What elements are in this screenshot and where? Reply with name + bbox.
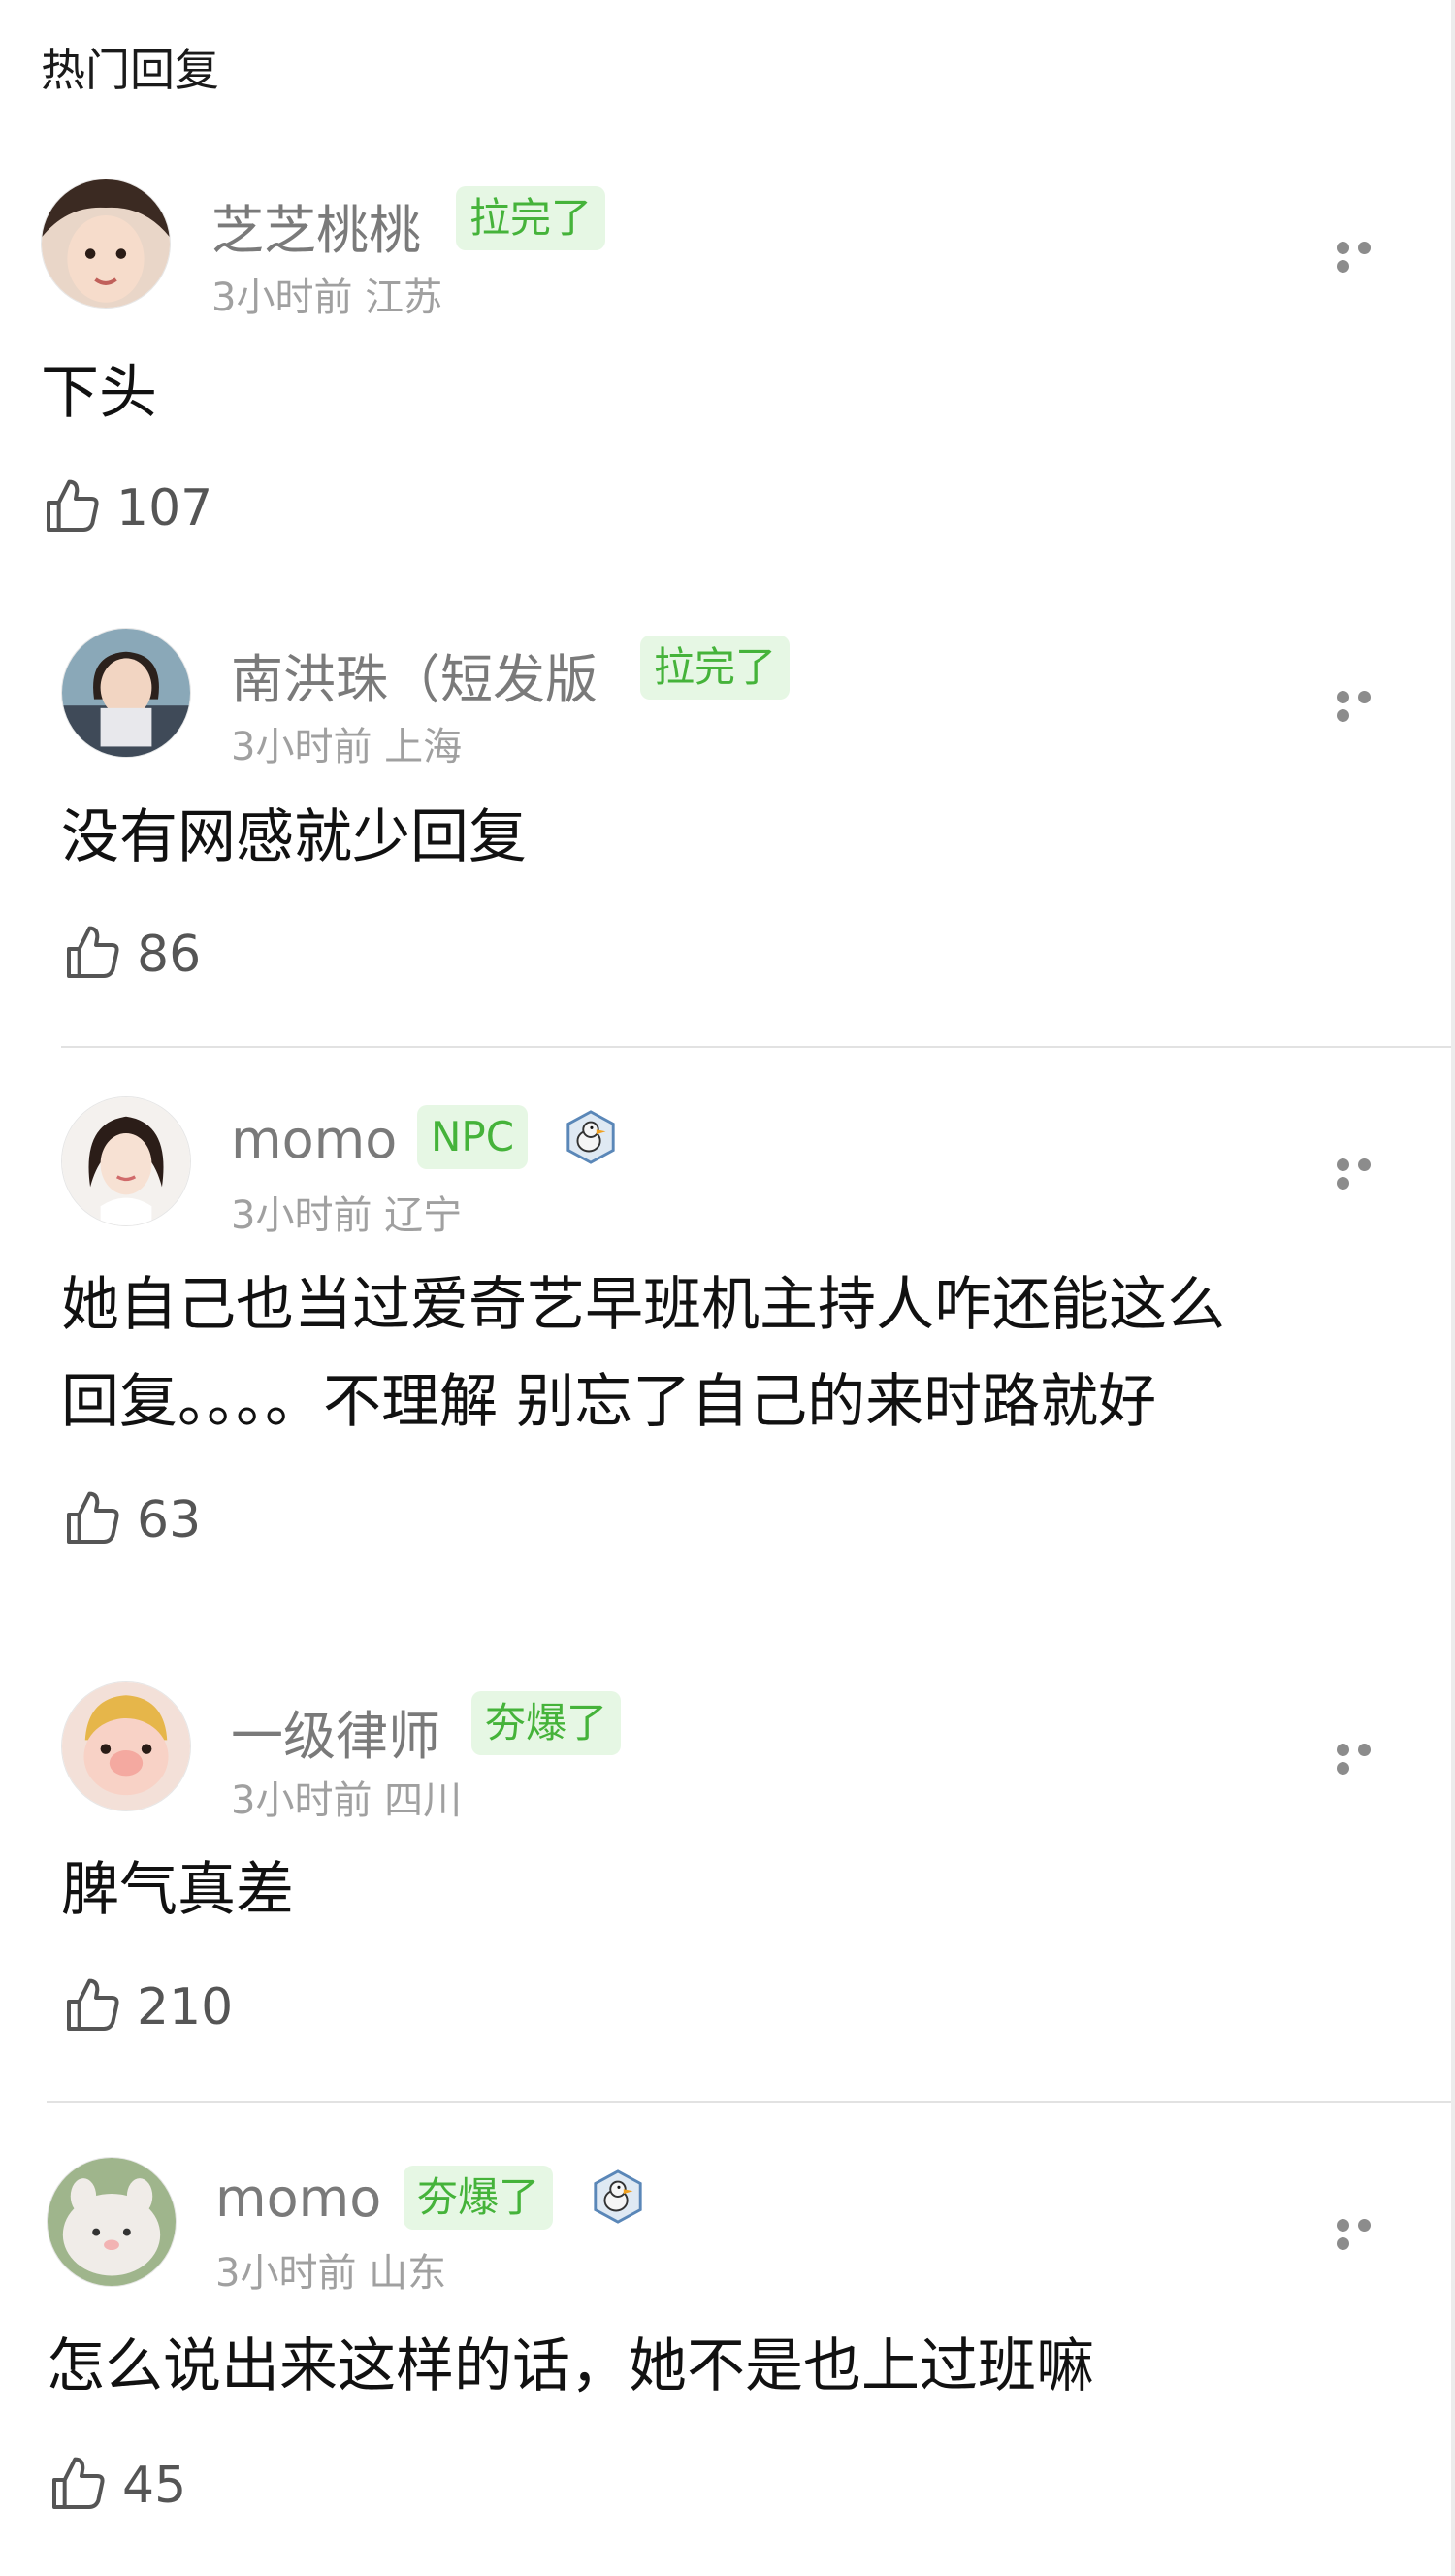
like-button[interactable]: 63 [61,1487,201,1553]
thumbs-up-icon [61,1487,123,1553]
comment-meta: 3小时前 上海 [231,715,462,771]
avatar[interactable] [47,2157,177,2287]
like-button[interactable]: 45 [47,2453,186,2519]
comment-text: 没有网感就少回复 [61,789,527,886]
like-button[interactable]: 107 [41,475,212,541]
avatar[interactable] [61,628,191,758]
comment-time: 3小时前 [215,2251,357,2296]
more-dots-icon[interactable] [1337,240,1399,273]
comment-location: 辽宁 [384,1193,463,1238]
comment-location: 四川 [384,1778,463,1823]
like-count: 86 [137,926,202,984]
comment-meta: 3小时前 江苏 [211,266,442,322]
username[interactable]: 南洪珠（短发版 [231,636,598,713]
scrollbar[interactable] [1451,0,1455,2576]
thumbs-up-icon [61,922,123,988]
like-count: 63 [137,1491,202,1549]
comment-location: 江苏 [365,276,443,320]
comment-location: 上海 [384,725,463,769]
comment-line: 她自己也当过爱奇艺早班机主持人咋还能这么 [61,1271,1225,1339]
more-dots-icon[interactable] [1337,1157,1399,1190]
like-count: 210 [137,1978,234,2037]
username[interactable]: momo [215,2168,381,2229]
username[interactable]: 一级律师 [231,1693,440,1770]
like-button[interactable]: 210 [61,1974,233,2040]
like-count: 45 [122,2457,187,2515]
avatar[interactable] [41,179,171,309]
username[interactable]: 芝芝桃桃 [211,187,421,264]
comment-text: 下头 [41,344,157,441]
comment-meta: 3小时前 四川 [231,1769,462,1825]
user-tag: 拉完了 [456,186,606,250]
more-dots-icon[interactable] [1337,1742,1399,1775]
comment-text: 她自己也当过爱奇艺早班机主持人咋还能这么 回复。。。。不理解 别忘了自己的来时路… [61,1256,1225,1451]
comment-time: 3小时前 [231,1193,372,1238]
like-button[interactable]: 86 [61,922,201,988]
avatar[interactable] [61,1096,191,1226]
comment-line: 回复。。。。不理解 别忘了自己的来时路就好 [61,1368,1157,1436]
username[interactable]: momo [231,1109,397,1170]
comment-text: 怎么说出来这样的话，她不是也上过班嘛 [47,2318,1094,2415]
comment-text: 脾气真差 [61,1842,294,1939]
comment-line: 怎么说出来这样的话，她不是也上过班嘛 [47,2332,1094,2400]
comment-time: 3小时前 [231,1778,372,1823]
comment-time: 3小时前 [211,276,353,320]
divider [61,1046,1455,1048]
comment-line: 下头 [41,359,157,427]
more-dots-icon[interactable] [1337,2217,1399,2250]
user-tag: NPC [417,1105,529,1169]
comment-line: 没有网感就少回复 [61,803,527,871]
thumbs-up-icon [47,2453,109,2519]
thumbs-up-icon [61,1974,123,2040]
user-tag: 夯爆了 [471,1691,622,1755]
divider [47,2101,1455,2103]
comment-meta: 3小时前 辽宁 [231,1184,462,1240]
user-tag: 拉完了 [640,636,791,700]
duck-badge-icon [563,1109,619,1165]
more-dots-icon[interactable] [1337,689,1399,722]
section-title: 热门回复 [41,44,219,96]
comment-time: 3小时前 [231,725,372,769]
user-tag: 夯爆了 [404,2166,554,2230]
avatar[interactable] [61,1681,191,1811]
like-count: 107 [116,479,213,538]
comment-location: 山东 [369,2251,447,2296]
duck-badge-icon [590,2168,646,2225]
thumbs-up-icon [41,475,103,541]
comment-line: 脾气真差 [61,1856,294,1924]
comment-meta: 3小时前 山东 [215,2241,446,2298]
